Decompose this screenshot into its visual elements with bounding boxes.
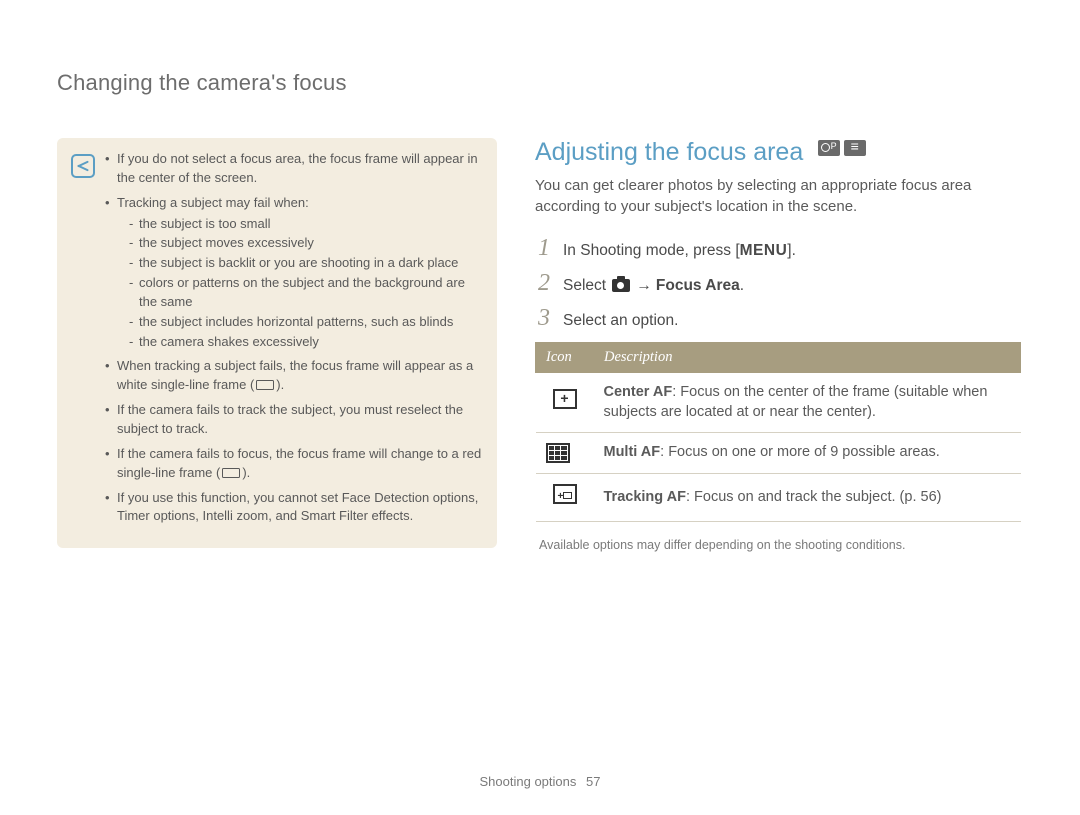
icon-cell: [536, 433, 594, 474]
center-af-icon: [553, 389, 577, 409]
table-row: Multi AF: Focus on one or more of 9 poss…: [536, 433, 1021, 474]
note-text: Tracking a subject may fail when:: [117, 195, 309, 210]
note-subitem: the camera shakes excessively: [129, 333, 483, 352]
note-item: If the camera fails to focus, the focus …: [105, 445, 483, 483]
icon-cell: [536, 474, 594, 522]
step-post: .: [740, 277, 744, 294]
page-title: Changing the camera's focus: [57, 70, 1023, 96]
step-bold: Focus Area: [656, 277, 740, 294]
menu-button-label: MENU: [740, 242, 788, 259]
mode-program-icon: [818, 140, 840, 156]
step-post: ].: [787, 242, 796, 259]
section-intro: You can get clearer photos by selecting …: [535, 175, 1021, 217]
section-heading-row: Adjusting the focus area: [535, 138, 1021, 167]
note-text: ).: [276, 377, 284, 392]
note-item: If you use this function, you cannot set…: [105, 489, 483, 527]
note-text: ).: [242, 465, 250, 480]
step-text: In Shooting mode, press [MENU].: [563, 242, 796, 260]
option-name: Multi AF: [604, 444, 661, 460]
desc-cell: Center AF: Focus on the center of the fr…: [594, 373, 1021, 433]
table-row: Center AF: Focus on the center of the fr…: [536, 373, 1021, 433]
frame-white-icon: [256, 380, 274, 390]
step-pre: In Shooting mode, press [: [563, 242, 740, 259]
note-icon: [71, 154, 95, 178]
step-number: 1: [535, 235, 553, 262]
desc-cell: Tracking AF: Focus on and track the subj…: [594, 474, 1021, 522]
step-text: Select an option.: [563, 312, 678, 330]
icon-cell: [536, 373, 594, 433]
content-columns: If you do not select a focus area, the f…: [57, 138, 1023, 552]
note-subitem: the subject includes horizontal patterns…: [129, 313, 483, 332]
page: Changing the camera's focus If you do no…: [0, 0, 1080, 815]
table-footnote: Available options may differ depending o…: [539, 538, 1021, 552]
note-text: If the camera fails to track the subject…: [117, 402, 463, 436]
step-number: 3: [535, 305, 553, 332]
arrow-icon: →: [636, 277, 652, 294]
page-number: 57: [586, 774, 600, 789]
tracking-af-icon: [553, 484, 577, 504]
step-pre: Select: [563, 277, 610, 294]
step-number: 2: [535, 270, 553, 297]
option-desc: : Focus on one or more of 9 possible are…: [660, 444, 940, 460]
table-header-row: Icon Description: [536, 343, 1021, 373]
right-column: Adjusting the focus area You can get cle…: [535, 138, 1021, 552]
note-sublist: the subject is too small the subject mov…: [117, 215, 483, 352]
note-subitem: the subject moves excessively: [129, 234, 483, 253]
option-desc: : Focus on and track the subject. (p. 56…: [686, 489, 942, 505]
option-name: Center AF: [604, 384, 673, 400]
note-item: Tracking a subject may fail when: the su…: [105, 194, 483, 352]
step-item: 3 Select an option.: [535, 305, 1021, 332]
note-item: If the camera fails to track the subject…: [105, 401, 483, 439]
multi-af-icon: [546, 443, 570, 463]
frame-red-icon: [222, 468, 240, 478]
note-subitem: colors or patterns on the subject and th…: [129, 274, 483, 312]
note-subitem: the subject is backlit or you are shooti…: [129, 254, 483, 273]
focus-options-table: Icon Description Center AF: Focus on the…: [535, 342, 1021, 522]
note-subitem: the subject is too small: [129, 215, 483, 234]
step-text: Select →Focus Area.: [563, 277, 744, 295]
page-footer: Shooting options 57: [0, 774, 1080, 789]
col-header-icon: Icon: [536, 343, 594, 373]
mode-scene-icon: [844, 140, 866, 156]
note-box: If you do not select a focus area, the f…: [57, 138, 497, 548]
note-text: If the camera fails to focus, the focus …: [117, 446, 481, 480]
note-text: If you use this function, you cannot set…: [117, 490, 478, 524]
table-row: Tracking AF: Focus on and track the subj…: [536, 474, 1021, 522]
note-text: When tracking a subject fails, the focus…: [117, 358, 473, 392]
footer-section: Shooting options: [480, 774, 577, 789]
note-list: If you do not select a focus area, the f…: [105, 150, 483, 532]
step-item: 2 Select →Focus Area.: [535, 270, 1021, 297]
note-item: If you do not select a focus area, the f…: [105, 150, 483, 188]
note-item: When tracking a subject fails, the focus…: [105, 357, 483, 395]
mode-icons: [818, 140, 866, 156]
step-item: 1 In Shooting mode, press [MENU].: [535, 235, 1021, 262]
steps-list: 1 In Shooting mode, press [MENU]. 2 Sele…: [535, 235, 1021, 332]
section-title: Adjusting the focus area: [535, 138, 803, 166]
note-text: If you do not select a focus area, the f…: [117, 151, 478, 185]
camera-icon: [612, 279, 630, 292]
col-header-description: Description: [594, 343, 1021, 373]
desc-cell: Multi AF: Focus on one or more of 9 poss…: [594, 433, 1021, 474]
left-column: If you do not select a focus area, the f…: [57, 138, 497, 552]
option-name: Tracking AF: [604, 489, 686, 505]
